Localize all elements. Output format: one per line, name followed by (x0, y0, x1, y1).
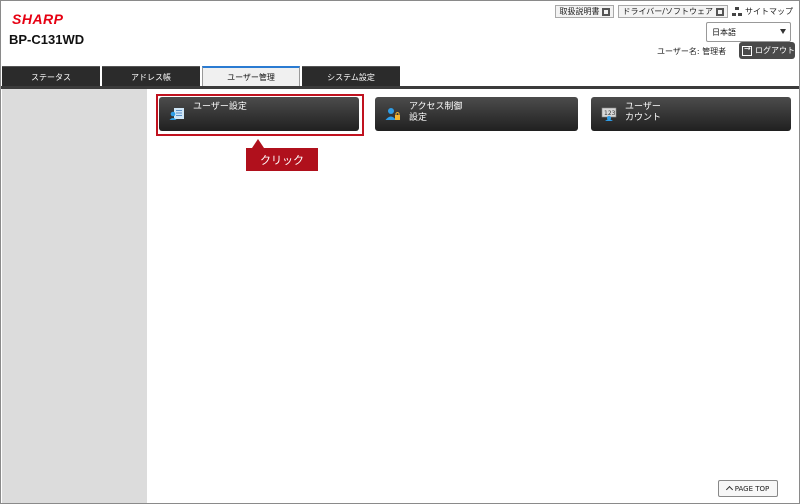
chevron-up-icon (725, 485, 733, 494)
user-name-label: ユーザー名: 管理者 (657, 47, 727, 56)
top-links: 取扱説明書 ドライバー/ソフトウェア サイトマップ (555, 5, 793, 18)
page-top-label: PAGE TOP (734, 484, 770, 493)
main-content: ユーザー設定 アクセス制御 設定 123 ユーザー カウント (147, 89, 799, 503)
tab-address-book[interactable]: アドレス帳 (102, 66, 200, 87)
tab-user-management[interactable]: ユーザー管理 (202, 66, 300, 87)
tab-status[interactable]: ステータス (2, 66, 100, 87)
language-value: 日本語 (712, 27, 736, 37)
svg-text:123: 123 (604, 110, 616, 117)
access-control-settings-button[interactable]: アクセス制御 設定 (375, 97, 578, 131)
menu-label: ユーザー カウント (625, 102, 662, 123)
manual-link-label: 取扱説明書 (559, 7, 600, 16)
chevron-down-icon (780, 29, 786, 34)
manual-link[interactable]: 取扱説明書 (555, 5, 615, 18)
click-callout: クリック (246, 139, 318, 171)
sitemap-link[interactable]: サイトマップ (732, 6, 793, 17)
counter-icon: 123 (601, 107, 617, 121)
driver-software-link[interactable]: ドライバー/ソフトウェア (618, 5, 728, 18)
sitemap-icon (732, 7, 742, 16)
menu-label: アクセス制御 設定 (409, 102, 463, 123)
main-tabs: ステータス アドレス帳 ユーザー管理 システム設定 (1, 65, 799, 87)
brand-logo: SHARP (12, 11, 64, 27)
user-lock-icon (385, 108, 400, 120)
driver-link-label: ドライバー/ソフトウェア (622, 7, 713, 16)
click-highlight (156, 94, 364, 136)
logout-icon (742, 44, 752, 56)
tab-system-settings[interactable]: システム設定 (302, 66, 400, 87)
user-count-button[interactable]: 123 ユーザー カウント (591, 97, 791, 131)
sidebar (2, 89, 147, 503)
logout-label: ログアウト (755, 46, 795, 55)
page-top-button[interactable]: PAGE TOP (718, 480, 778, 497)
logout-button[interactable]: ログアウト (739, 42, 795, 59)
browser-frame: SHARP BP-C131WD 取扱説明書 ドライバー/ソフトウェア サイトマッ… (0, 0, 800, 504)
model-name: BP-C131WD (9, 32, 85, 47)
external-link-icon (716, 7, 724, 16)
language-select[interactable]: 日本語 (706, 22, 791, 42)
sitemap-label: サイトマップ (745, 7, 793, 16)
external-link-icon (602, 7, 611, 16)
